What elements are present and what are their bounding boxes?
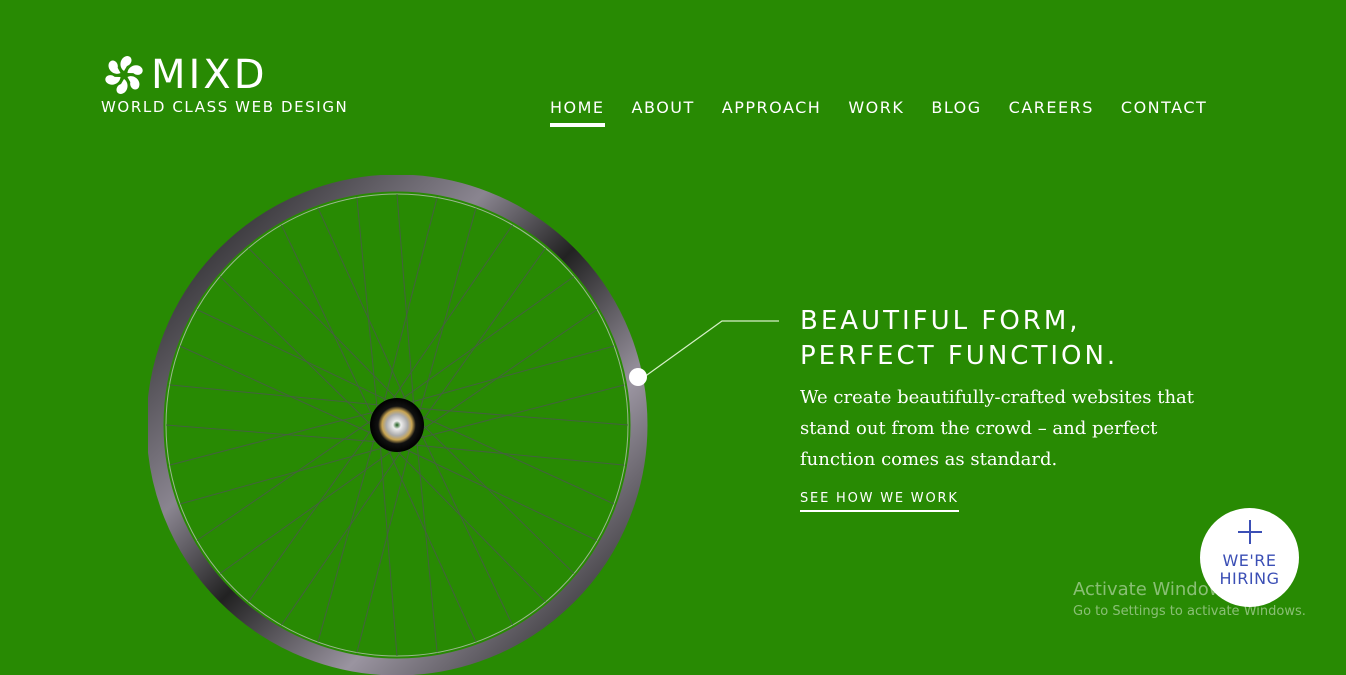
wheel-spoke <box>317 207 409 407</box>
wheel-spoke <box>356 197 379 415</box>
wheel-spoke <box>388 224 513 405</box>
wheel-spoke <box>418 428 513 626</box>
nav-item-work[interactable]: WORK <box>848 98 904 125</box>
wheel-spoke <box>407 443 625 466</box>
wheel-spoke <box>196 416 377 541</box>
hero-body: We create beautifully-crafted websites t… <box>800 387 1195 470</box>
brand-tagline: WORLD CLASS WEB DESIGN <box>101 98 349 116</box>
wheel-spoke <box>396 193 415 412</box>
wheel-spoke <box>281 445 406 626</box>
hiring-label: WE'RE HIRING <box>1200 552 1299 588</box>
hero-title-line2: PERFECT FUNCTION. <box>800 341 1119 371</box>
wheel-spoke <box>415 413 615 505</box>
wheel-spoke <box>379 438 398 657</box>
wheel-hub <box>370 398 424 452</box>
wheel-spoke <box>196 309 394 404</box>
wheel-spoke <box>418 247 546 426</box>
nav-item-blog[interactable]: BLOG <box>931 98 981 125</box>
brand-name: MIXD <box>151 52 268 98</box>
wheel-spoke <box>281 224 376 422</box>
wheel-spoke <box>165 424 384 443</box>
wheel-spoke <box>415 435 438 653</box>
hero-title-line1: BEAUTIFUL FORM, <box>800 306 1081 336</box>
callout-dot <box>629 368 647 386</box>
hero-section: BEAUTIFUL FORM, PERFECT FUNCTION. We cre… <box>800 304 1220 512</box>
bicycle-wheel-image <box>148 175 648 675</box>
wheel-spoke <box>396 276 575 404</box>
nav-item-home[interactable]: HOME <box>550 98 605 127</box>
wheel-spoke <box>410 407 629 426</box>
hero-title: BEAUTIFUL FORM, PERFECT FUNCTION. <box>800 304 1220 374</box>
wheel-spoke <box>385 443 477 643</box>
wheel-spoke <box>179 345 379 437</box>
nav-item-about[interactable]: ABOUT <box>632 98 695 125</box>
plus-icon <box>1238 520 1262 544</box>
hiring-line1: WE'RE <box>1222 551 1277 570</box>
nav-item-careers[interactable]: CAREERS <box>1009 98 1094 125</box>
wheel-spoke <box>248 424 376 603</box>
main-nav: HOME ABOUT APPROACH WORK BLOG CAREERS CO… <box>550 98 1234 127</box>
nav-item-approach[interactable]: APPROACH <box>722 98 822 125</box>
pinwheel-icon <box>105 56 143 94</box>
wheel-spoke <box>169 384 387 407</box>
were-hiring-button[interactable]: WE'RE HIRING <box>1200 508 1299 607</box>
wheel-spoke <box>219 446 398 574</box>
nav-item-contact[interactable]: CONTACT <box>1121 98 1207 125</box>
wheel-spoke <box>400 446 598 541</box>
see-how-we-work-link[interactable]: SEE HOW WE WORK <box>800 491 959 512</box>
logo[interactable]: MIXD <box>101 52 268 98</box>
watermark-subtitle: Go to Settings to activate Windows. <box>1073 604 1306 619</box>
hiring-line2: HIRING <box>1219 569 1280 588</box>
wheel-spoke <box>417 309 598 434</box>
